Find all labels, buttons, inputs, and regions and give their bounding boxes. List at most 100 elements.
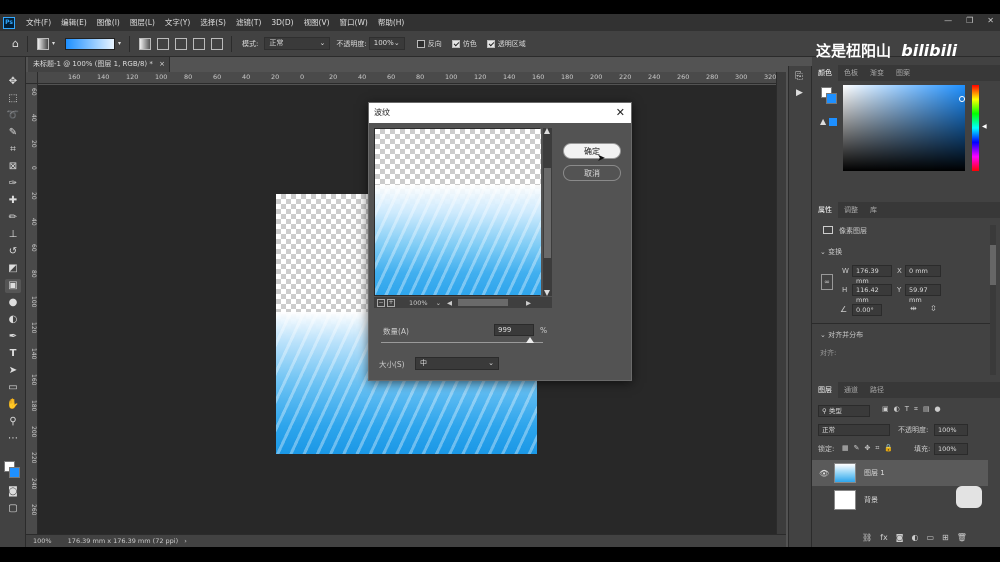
transparency-checkbox[interactable]: 透明区域: [486, 39, 526, 49]
menu-edit[interactable]: 编辑(E): [56, 17, 92, 28]
close-icon[interactable]: ✕: [616, 103, 625, 123]
fill-field[interactable]: 100%: [934, 443, 968, 455]
eye-icon[interactable]: 👁: [819, 469, 829, 478]
actions-play-icon[interactable]: ▶: [796, 88, 803, 98]
new-layer-icon[interactable]: ⊞: [942, 533, 949, 542]
crop-icon[interactable]: ⌗: [5, 143, 21, 157]
horizontal-scroll-thumb[interactable]: [458, 299, 509, 306]
flip-vertical-icon[interactable]: ⇳: [930, 304, 937, 313]
background-color-swatch[interactable]: [9, 467, 20, 478]
group-icon[interactable]: ▭: [926, 533, 934, 542]
status-arrow-icon[interactable]: ›: [184, 537, 187, 545]
trash-icon[interactable]: 🗑: [957, 533, 967, 542]
link-proportions-icon[interactable]: ∞: [821, 274, 833, 290]
background-name[interactable]: 背景: [864, 495, 878, 505]
scroll-down-icon[interactable]: [544, 290, 550, 296]
warning-icon[interactable]: ▲: [820, 117, 826, 126]
angle-field[interactable]: 0.00°: [852, 304, 882, 316]
marquee-icon[interactable]: ⬚: [5, 92, 21, 106]
mask-icon[interactable]: ◙: [896, 533, 904, 542]
rectangle-icon[interactable]: ▭: [5, 381, 21, 395]
document-tab[interactable]: 未标题-1 @ 100% (图层 1, RGB/8) * ×: [28, 57, 170, 72]
linear-gradient-icon[interactable]: [136, 37, 152, 50]
y-field[interactable]: 59.97 mm: [905, 284, 941, 304]
quick-mask-icon[interactable]: ◙: [5, 485, 21, 499]
width-field[interactable]: 176.39 mm: [852, 265, 892, 285]
gradient-tool-preset-icon[interactable]: ▾: [34, 37, 55, 50]
menu-image[interactable]: 图像(I): [92, 17, 125, 28]
menu-help[interactable]: 帮助(H): [373, 17, 410, 28]
hand-icon[interactable]: ✋: [5, 398, 21, 412]
menu-layer[interactable]: 图层(L): [125, 17, 160, 28]
minimize-button[interactable]: —: [944, 16, 952, 25]
path-select-icon[interactable]: ➤: [5, 364, 21, 378]
align-header[interactable]: ⌄ 对齐并分布: [820, 330, 863, 340]
adjustment-icon[interactable]: ◐: [911, 533, 918, 542]
hue-slider[interactable]: [972, 85, 979, 171]
fx-icon[interactable]: fx: [880, 533, 888, 542]
chevron-down-icon[interactable]: ⌄: [436, 299, 441, 307]
dodge-icon[interactable]: ◐: [5, 313, 21, 327]
x-field[interactable]: 0 mm: [905, 265, 941, 277]
mode-select[interactable]: 正常 ⌄: [264, 37, 331, 50]
ok-button[interactable]: 确定: [563, 143, 621, 159]
angle-gradient-icon[interactable]: [172, 37, 188, 50]
gradient-icon[interactable]: ▣: [5, 279, 21, 293]
layer-filter-icons[interactable]: ▣◐T⌗▤●: [882, 405, 946, 414]
layer-opacity-field[interactable]: 100%: [934, 424, 968, 436]
amount-input[interactable]: 999: [494, 324, 534, 336]
filter-preview[interactable]: [374, 128, 541, 296]
flip-horizontal-icon[interactable]: ⇹: [910, 304, 917, 313]
frame-icon[interactable]: ⊠: [5, 160, 21, 174]
hue-slider-arrow-icon[interactable]: ◀: [982, 123, 987, 130]
reverse-checkbox[interactable]: 反向: [416, 39, 442, 49]
more-icon[interactable]: ⋯: [5, 432, 21, 446]
link-icon[interactable]: ⛓: [862, 533, 872, 542]
cancel-button[interactable]: 取消: [563, 165, 621, 181]
tab-swatches[interactable]: 色板: [838, 65, 864, 81]
close-window-button[interactable]: ✕: [987, 16, 994, 25]
layer-filter-select[interactable]: ⚲ 类型: [818, 405, 870, 417]
opacity-select[interactable]: 100% ⌄: [368, 37, 405, 50]
tab-properties[interactable]: 属性: [812, 202, 838, 218]
reflected-gradient-icon[interactable]: [190, 37, 206, 50]
radial-gradient-icon[interactable]: [154, 37, 170, 50]
quick-select-icon[interactable]: ✎: [5, 126, 21, 140]
preview-vertical-scrollbar[interactable]: [543, 128, 552, 296]
tab-color[interactable]: 颜色: [812, 65, 838, 81]
color-panel-background-swatch[interactable]: [826, 93, 837, 104]
properties-scrollbar[interactable]: [990, 225, 996, 375]
scroll-thumb[interactable]: [990, 245, 996, 285]
canvas-scrollbar[interactable]: [776, 72, 786, 534]
menu-view[interactable]: 视图(V): [299, 17, 335, 28]
history-brush-icon[interactable]: ↺: [5, 245, 21, 259]
history-icon[interactable]: ⎘: [795, 71, 803, 82]
blur-icon[interactable]: ●: [5, 296, 21, 310]
type-icon[interactable]: T: [5, 347, 21, 361]
height-field[interactable]: 116.42 mm: [852, 284, 892, 304]
tab-paths[interactable]: 路径: [864, 382, 890, 398]
zoom-level[interactable]: 100%: [33, 537, 52, 545]
transform-header[interactable]: ⌄ 变换: [820, 247, 842, 257]
layer1-name[interactable]: 图层 1: [864, 468, 885, 478]
scroll-up-icon[interactable]: [544, 128, 550, 134]
menu-file[interactable]: 文件(F): [21, 17, 56, 28]
tab-layers[interactable]: 图层: [812, 382, 838, 398]
web-color-icon[interactable]: [829, 118, 837, 126]
close-tab-icon[interactable]: ×: [159, 60, 165, 68]
stamp-icon[interactable]: ⊥: [5, 228, 21, 242]
blend-mode-select[interactable]: 正常: [818, 424, 890, 436]
eraser-icon[interactable]: ◩: [5, 262, 21, 276]
menu-select[interactable]: 选择(S): [195, 17, 231, 28]
lock-icons[interactable]: ▦✎✥⌗🔒: [842, 444, 898, 453]
tab-channels[interactable]: 通道: [838, 382, 864, 398]
amount-slider-track[interactable]: [381, 342, 543, 343]
tab-gradients[interactable]: 渐变: [864, 65, 890, 81]
size-select[interactable]: 中 ⌄: [415, 357, 499, 370]
zoom-in-icon[interactable]: +: [387, 298, 395, 307]
amount-slider-thumb[interactable]: [526, 337, 534, 343]
restore-button[interactable]: ❐: [966, 16, 973, 25]
menu-window[interactable]: 窗口(W): [335, 17, 373, 28]
screen-mode-icon[interactable]: ▢: [5, 502, 21, 516]
menu-type[interactable]: 文字(Y): [160, 17, 195, 28]
